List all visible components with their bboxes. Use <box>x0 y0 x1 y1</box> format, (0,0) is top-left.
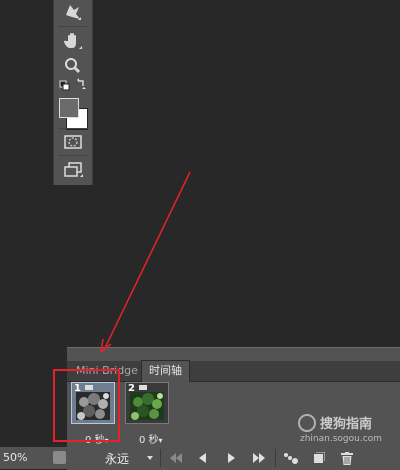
animation-frame-2[interactable]: 2 0 秒▾ <box>125 382 169 446</box>
frame-thumbnail[interactable]: 2 <box>125 382 169 424</box>
watermark-brand: 搜狗指南 <box>320 417 373 432</box>
hand-icon[interactable] <box>54 29 92 53</box>
status-info-icon[interactable] <box>53 451 66 464</box>
frame-image <box>130 392 164 420</box>
sogou-logo-icon <box>298 414 316 432</box>
play-icon[interactable] <box>220 450 242 466</box>
puppet-warp-icon[interactable] <box>54 0 92 24</box>
screen-mode-icon[interactable] <box>54 158 92 182</box>
quick-mask-icon[interactable] <box>54 130 92 154</box>
default-colors-icon <box>59 80 70 91</box>
highlight-box <box>53 369 120 442</box>
zoom-level[interactable]: 50% <box>3 451 27 464</box>
duplicate-frame-icon[interactable] <box>308 450 330 466</box>
trash-icon[interactable] <box>336 450 358 466</box>
frame-visibility-icon <box>139 385 147 390</box>
timeline-controls: 永远 <box>67 447 400 469</box>
watermark: 搜狗指南 zhinan.sogou.com <box>298 412 398 444</box>
watermark-site: zhinan.sogou.com <box>300 434 382 444</box>
tools-panel <box>53 0 93 185</box>
color-controls <box>54 76 92 94</box>
first-frame-icon[interactable] <box>165 450 187 466</box>
tween-icon[interactable] <box>280 450 302 466</box>
zoom-icon[interactable] <box>54 54 92 78</box>
frame-delay[interactable]: 0 秒▾ <box>139 431 163 446</box>
previous-frame-icon[interactable] <box>192 450 214 466</box>
tab-timeline[interactable]: 时间轴 <box>141 360 190 382</box>
chevron-down-icon[interactable] <box>147 456 153 460</box>
swap-colors-icon <box>77 78 86 89</box>
loop-options-select[interactable]: 永远 <box>105 450 129 467</box>
foreground-color-swatch[interactable] <box>59 98 79 118</box>
next-frame-icon[interactable] <box>248 450 270 466</box>
